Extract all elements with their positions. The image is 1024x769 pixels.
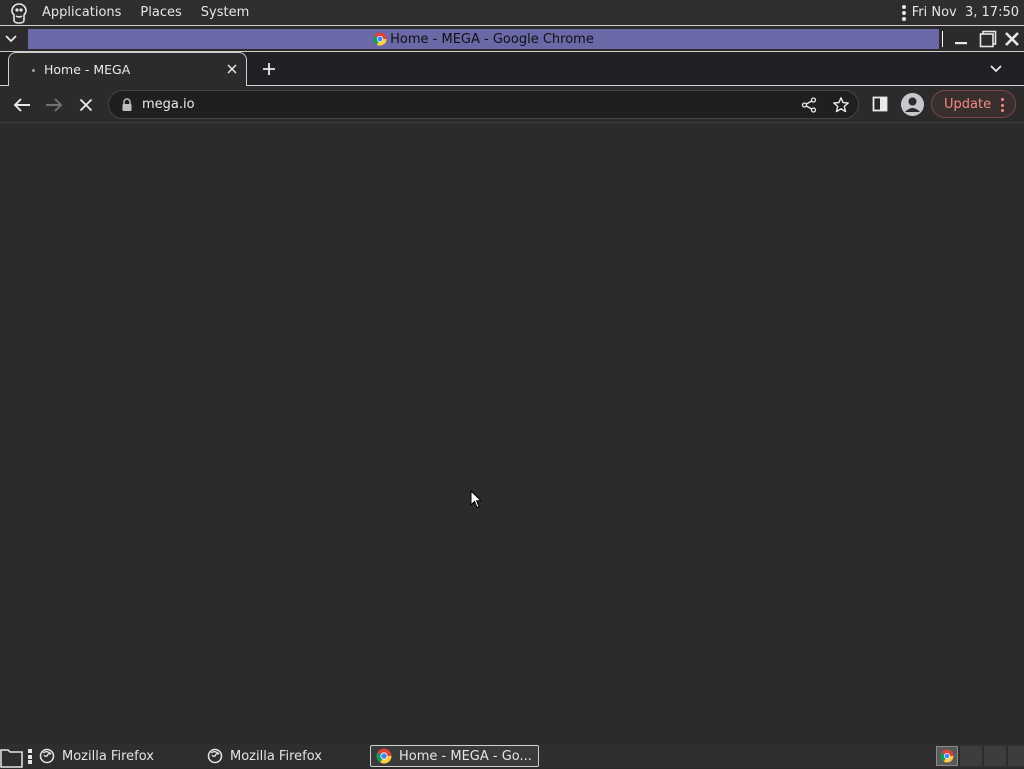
applications-menu[interactable]: Applications [35, 0, 128, 25]
task-label: Mozilla Firefox [62, 748, 154, 764]
panel-more-icon[interactable] [900, 4, 908, 22]
clock[interactable]: Fri Nov 3, 17:50 [912, 5, 1019, 20]
workspace-3[interactable] [984, 746, 1006, 766]
more-vert-icon [1001, 98, 1005, 112]
window-titlebar: Home - MEGA - Google Chrome [0, 25, 1024, 52]
task-label: Home - MEGA - Go... [399, 748, 532, 764]
bottom-taskbar: Mozilla Firefox Mozilla Firefox Home - M… [0, 744, 1024, 768]
taskbar-grip[interactable] [28, 749, 32, 764]
top-panel: Applications Places System Fri Nov 3, 17… [0, 0, 1024, 25]
tab-loading-icon [32, 69, 35, 72]
task-firefox-2[interactable]: Mozilla Firefox [202, 745, 367, 767]
bookmark-star-icon[interactable] [832, 96, 850, 114]
new-tab-button[interactable] [260, 60, 278, 78]
page-content[interactable] [0, 123, 1024, 744]
share-icon[interactable] [801, 97, 817, 113]
places-menu[interactable]: Places [133, 0, 188, 25]
task-label: Mozilla Firefox [230, 748, 322, 764]
system-menu[interactable]: System [194, 0, 256, 25]
update-label: Update [944, 96, 992, 112]
workspace-1[interactable] [936, 746, 958, 766]
task-firefox-1[interactable]: Mozilla Firefox [34, 745, 199, 767]
firefox-icon [39, 748, 55, 764]
address-bar[interactable]: mega.io [108, 90, 859, 119]
tab-title: Home - MEGA [44, 62, 131, 77]
workspace-2[interactable] [960, 746, 982, 766]
show-desktop-icon[interactable] [0, 746, 24, 768]
chrome-icon [937, 747, 957, 765]
profile-avatar-icon[interactable] [901, 93, 924, 116]
minimize-button[interactable] [951, 29, 971, 49]
workspace-4[interactable] [1008, 746, 1024, 766]
window-title-area[interactable]: Home - MEGA - Google Chrome [28, 29, 939, 49]
mouse-cursor-icon [470, 490, 482, 509]
url-text[interactable]: mega.io [142, 97, 195, 112]
tab-strip: Home - MEGA [0, 52, 1024, 86]
window-menu-icon[interactable] [2, 30, 20, 48]
chrome-icon [376, 748, 392, 764]
tab-home-mega[interactable]: Home - MEGA [8, 52, 247, 86]
window-title: Home - MEGA - Google Chrome [390, 31, 594, 47]
forward-button[interactable] [44, 95, 64, 115]
close-window-button[interactable] [1002, 29, 1022, 49]
stop-loading-button[interactable] [76, 95, 96, 115]
side-panel-icon[interactable] [872, 96, 888, 112]
titlebar-separator [942, 31, 943, 47]
chrome-icon [373, 32, 387, 46]
update-button[interactable]: Update [931, 90, 1016, 118]
tab-search-chevron-icon[interactable] [987, 60, 1005, 78]
browser-toolbar: mega.io Update [0, 86, 1024, 123]
back-button[interactable] [12, 95, 32, 115]
firefox-icon [207, 748, 223, 764]
gnome-foot-icon[interactable] [8, 2, 30, 24]
tab-close-icon[interactable] [225, 62, 239, 76]
lock-icon[interactable] [121, 98, 133, 112]
task-chrome-mega[interactable]: Home - MEGA - Go... [370, 745, 539, 767]
maximize-button[interactable] [978, 29, 998, 49]
